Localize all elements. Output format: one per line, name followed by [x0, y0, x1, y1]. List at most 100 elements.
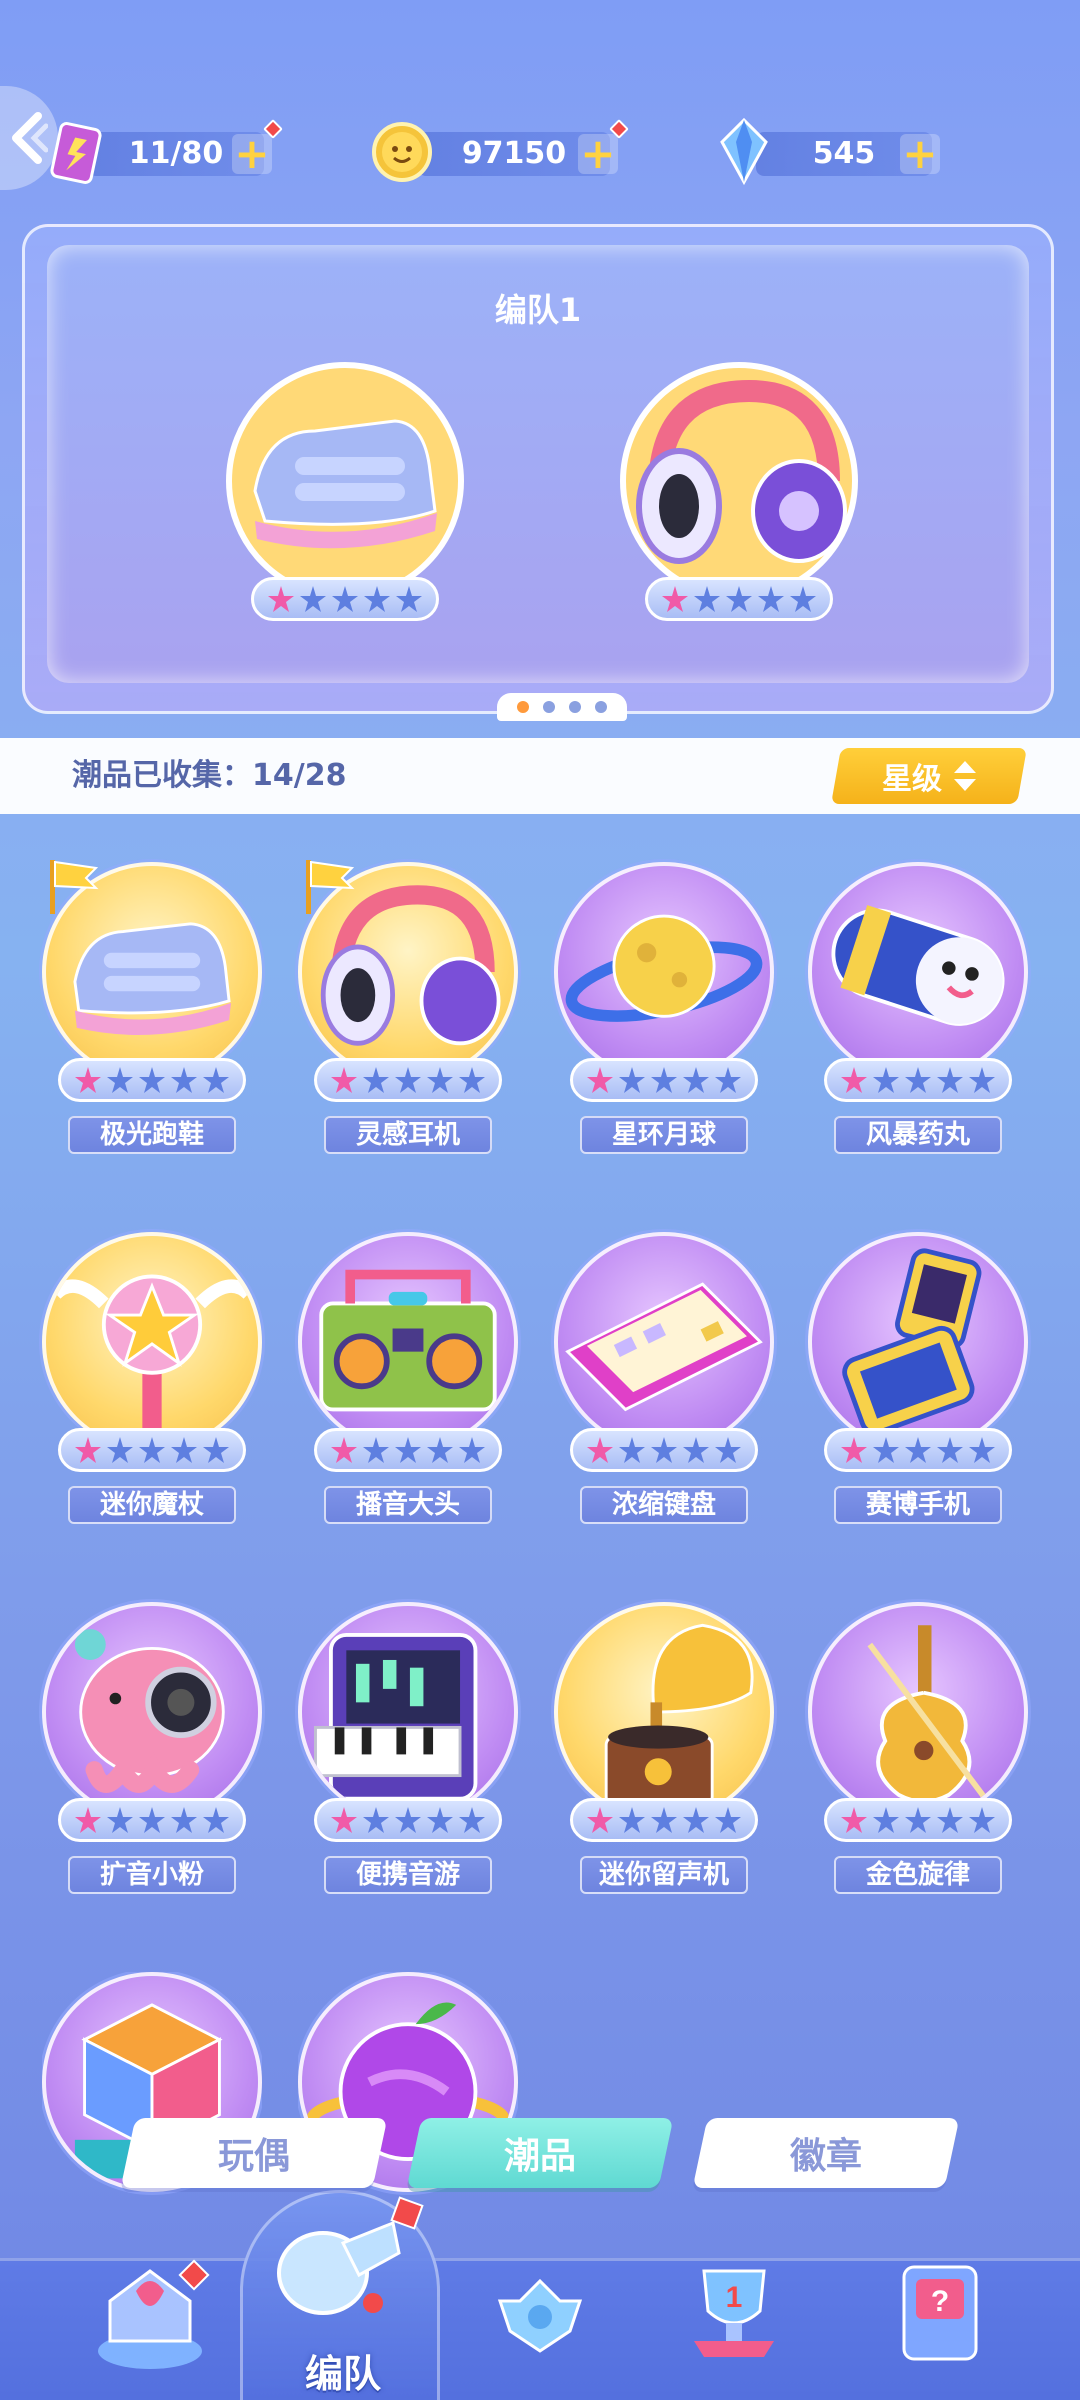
keyboard-icon: [565, 1282, 763, 1412]
star-icon: [841, 1067, 995, 1093]
star-icon: [587, 1067, 741, 1093]
star-icon: [75, 1437, 229, 1463]
star-icon: [587, 1807, 741, 1833]
collection-bar: 潮品已收集：14/28 星级: [0, 738, 1080, 814]
item-portrait: [42, 1602, 262, 1822]
item-card[interactable]: 风暴药丸: [808, 862, 1028, 1172]
tab-label: 玩偶: [217, 2136, 290, 2177]
svg-text:?: ?: [931, 2285, 949, 2318]
item-card[interactable]: 迷你魔杖: [42, 1232, 262, 1542]
page-indicator[interactable]: [497, 693, 627, 721]
item-name: 迷你留声机: [580, 1856, 748, 1894]
team-slot-1[interactable]: [225, 361, 465, 621]
item-name: 极光跑鞋: [68, 1116, 236, 1154]
octopus-speaker-icon: [74, 1629, 225, 1793]
bottom-nav: 1 ?: [0, 2258, 1080, 2400]
whistle-icon: [277, 2196, 424, 2315]
add-energy-button[interactable]: +: [232, 119, 283, 175]
pill-icon: [831, 905, 1005, 1026]
gem-counter: 545 +: [720, 117, 940, 186]
item-portrait: [554, 862, 774, 1082]
item-portrait: [298, 1232, 518, 1452]
item-card[interactable]: 极光跑鞋: [42, 860, 262, 1172]
nav-help[interactable]: ?: [870, 2231, 1020, 2391]
sort-label: 星级: [882, 762, 942, 797]
nav-home[interactable]: [80, 2231, 230, 2391]
star-rating: [58, 1798, 246, 1842]
nav-controller[interactable]: [470, 2231, 620, 2391]
item-card[interactable]: 扩音小粉: [42, 1602, 262, 1912]
coin-counter: 97150 +: [372, 119, 629, 182]
tab-trendy-items[interactable]: 潮品: [406, 2118, 674, 2188]
team-slot-2[interactable]: [619, 361, 859, 621]
tab-badges[interactable]: 徽章: [692, 2118, 960, 2188]
page-dot[interactable]: [543, 701, 555, 713]
star-icon: [268, 586, 422, 612]
star-rating: [314, 1058, 502, 1102]
page-dot[interactable]: [569, 701, 581, 713]
boombox-icon: [319, 1269, 497, 1412]
item-name: 迷你魔杖: [68, 1486, 236, 1524]
svg-text:1: 1: [726, 2281, 743, 2314]
chevron-left-icon: [12, 112, 48, 164]
item-portrait: [298, 1602, 518, 1822]
item-name: 金色旋律: [834, 1856, 1002, 1894]
star-rating: [251, 577, 439, 621]
home-icon: [98, 2259, 210, 2369]
trophy-icon: 1: [694, 2269, 774, 2357]
item-card[interactable]: [42, 1972, 262, 2232]
nav-trophy[interactable]: 1: [664, 2231, 814, 2391]
item-card[interactable]: 金色旋律: [808, 1602, 1028, 1912]
item-card[interactable]: 赛博手机: [808, 1232, 1028, 1542]
item-name: 赛博手机: [834, 1486, 1002, 1524]
item-portrait: [554, 1232, 774, 1452]
item-name: 风暴药丸: [834, 1116, 1002, 1154]
item-card[interactable]: 迷你留声机: [554, 1602, 774, 1912]
item-card[interactable]: 浓缩键盘: [554, 1232, 774, 1542]
tab-label: 徽章: [789, 2136, 862, 2177]
item-name: 扩音小粉: [68, 1856, 236, 1894]
ringed-planet-icon: [565, 914, 763, 1022]
item-portrait: [808, 1602, 1028, 1822]
star-rating: [570, 1058, 758, 1102]
star-icon: [331, 1437, 485, 1463]
item-name: 播音大头: [324, 1486, 492, 1524]
star-rating: [58, 1058, 246, 1102]
item-portrait: [554, 1602, 774, 1822]
notification-dot: [263, 119, 283, 139]
nav-team-label: 编队: [304, 2352, 381, 2396]
star-rating: [824, 1428, 1012, 1472]
item-portrait: [42, 1232, 262, 1452]
star-icon: [587, 1437, 741, 1463]
item-portrait: [808, 862, 1028, 1082]
item-card[interactable]: 播音大头: [298, 1232, 518, 1542]
tab-dolls[interactable]: 玩偶: [120, 2118, 388, 2188]
page-dot[interactable]: [595, 701, 607, 713]
star-rating: [570, 1428, 758, 1472]
violin-icon: [867, 1625, 988, 1804]
piano-console-icon: [314, 1632, 478, 1801]
star-icon: [662, 586, 816, 612]
star-rating: [314, 1428, 502, 1472]
page-dot[interactable]: [517, 701, 529, 713]
star-icon: [331, 1807, 485, 1833]
add-coins-button[interactable]: +: [578, 119, 629, 175]
flag-icon: [50, 860, 99, 914]
sort-button[interactable]: 星级: [831, 748, 1027, 804]
sneaker-icon: [226, 362, 464, 600]
star-rating: [824, 1798, 1012, 1842]
item-name: 灵感耳机: [324, 1116, 492, 1154]
item-card[interactable]: 便携音游: [298, 1602, 518, 1912]
star-rating: [314, 1798, 502, 1842]
item-card[interactable]: 灵感耳机: [298, 860, 518, 1172]
collection-count: 潮品已收集：14/28: [72, 758, 347, 793]
star-icon: [75, 1807, 229, 1833]
add-gems-button[interactable]: +: [900, 133, 940, 175]
help-machine-icon: ?: [902, 2265, 978, 2361]
item-name: 便携音游: [324, 1856, 492, 1894]
item-card[interactable]: 星环月球: [554, 862, 774, 1172]
nav-team[interactable]: 编队: [240, 2190, 440, 2400]
star-rating: [570, 1798, 758, 1842]
gramophone-icon: [604, 1623, 754, 1806]
team-title: 编队1: [494, 291, 582, 329]
